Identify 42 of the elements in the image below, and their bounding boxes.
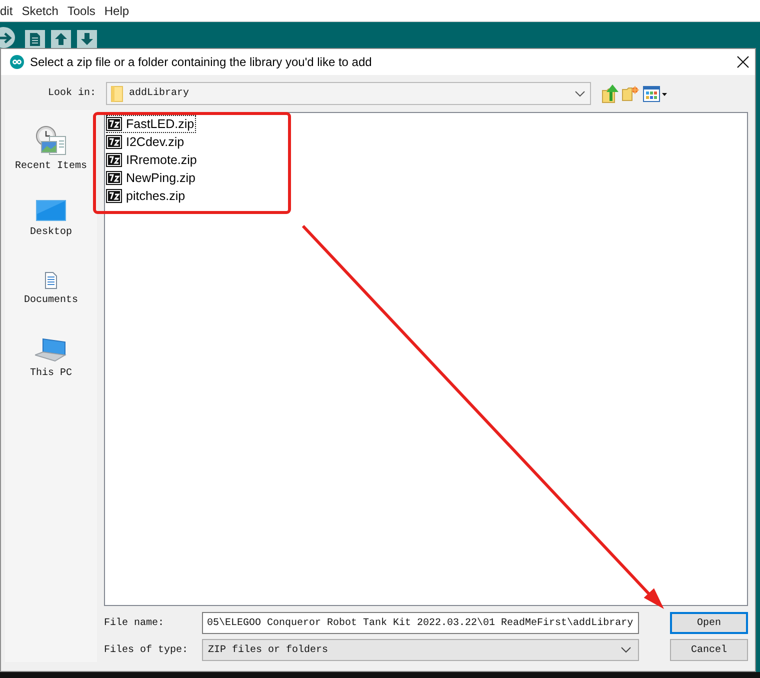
sidebar-item[interactable]: Recent Items <box>5 114 97 184</box>
menu-item[interactable]: Tools <box>67 2 96 18</box>
menu-item[interactable]: Sketch <box>22 2 58 18</box>
file-item[interactable]: FastLED.zip <box>106 115 196 133</box>
dialog-title: Select a zip file or a folder containing the library you'd like to add <box>30 55 372 69</box>
file-type-label: Files of type: <box>104 644 190 656</box>
view-menu-icon[interactable] <box>643 86 667 102</box>
folder-icon <box>111 86 123 102</box>
folder-up-icon[interactable] <box>602 84 619 103</box>
monitor-icon <box>36 200 66 220</box>
close-icon <box>737 56 749 68</box>
menu-item[interactable]: dit <box>0 2 13 18</box>
page-icon <box>30 32 40 46</box>
menu-item[interactable]: Help <box>104 2 130 18</box>
look-in-dropdown[interactable]: addLibrary <box>106 82 591 105</box>
infinity-logo-icon <box>10 55 24 69</box>
up-arrow-button[interactable] <box>51 30 71 48</box>
file-type-dropdown[interactable]: ZIP files or folders <box>202 639 639 661</box>
cancel-button[interactable]: Cancel <box>670 639 748 661</box>
right-arrow-icon <box>0 32 12 44</box>
new-folder-icon[interactable] <box>622 86 639 101</box>
file-name-label: File name: <box>104 618 166 628</box>
sidebar-item[interactable]: Desktop <box>5 184 97 254</box>
close-button[interactable] <box>737 56 749 68</box>
file-item[interactable]: NewPing.zip <box>106 169 198 187</box>
clock-document-icon <box>36 126 66 154</box>
file-item[interactable]: I2Cdev.zip <box>106 133 186 151</box>
down-arrow-icon <box>81 33 93 45</box>
chevron-down-icon <box>575 90 585 96</box>
document-icon <box>45 272 57 288</box>
down-arrow-button[interactable] <box>77 30 97 48</box>
up-arrow-icon <box>55 33 67 45</box>
file-item[interactable]: IRremote.zip <box>106 151 199 169</box>
sidebar-item[interactable]: This PC <box>5 324 97 394</box>
open-button[interactable]: Open <box>670 612 748 634</box>
chevron-down-icon <box>621 647 631 653</box>
computer-icon <box>35 338 67 362</box>
new-file-button[interactable] <box>25 30 45 48</box>
file-name-field[interactable]: 05\ELEGOO Conqueror Robot Tank Kit 2022.03.22\01 ReadMeFirst\addLibrary <box>202 612 639 634</box>
look-in-label: Look in: <box>48 88 98 99</box>
sidebar-item[interactable]: Documents <box>5 254 97 324</box>
file-item[interactable]: pitches.zip <box>106 187 188 205</box>
